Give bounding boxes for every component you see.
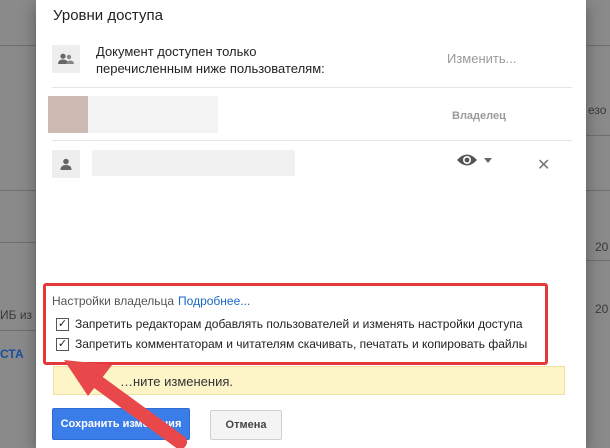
dialog-title: Уровни доступа: [53, 7, 163, 24]
background-divider: [0, 45, 36, 46]
background-divider: [586, 135, 610, 136]
background-right-strip: [586, 0, 610, 448]
background-text: ИБ из: [0, 308, 33, 322]
background-text: 20: [595, 302, 609, 316]
divider: [52, 87, 572, 88]
background-divider: [0, 242, 36, 243]
background-text: езо: [588, 103, 607, 117]
background-left-strip: [0, 0, 36, 448]
owner-avatar: [48, 96, 88, 133]
background-divider: [586, 190, 610, 191]
background-divider: [0, 190, 36, 191]
remove-user-icon[interactable]: ✕: [537, 155, 550, 175]
background-divider: [586, 260, 610, 261]
save-button[interactable]: Сохранить изменения: [52, 408, 190, 440]
user-name-blurred: [92, 150, 295, 176]
person-icon: [52, 150, 80, 178]
owner-name-blurred: [88, 96, 218, 133]
access-description: Документ доступен только перечисленным н…: [96, 44, 325, 76]
background-text: 20: [595, 240, 609, 254]
change-access-link[interactable]: Изменить...: [447, 51, 516, 66]
permission-dropdown[interactable]: [456, 153, 492, 167]
highlight-frame: [43, 283, 548, 365]
background-divider: [0, 330, 36, 331]
background-link[interactable]: СТА: [0, 347, 36, 361]
background-divider: [586, 45, 610, 46]
divider: [52, 140, 572, 141]
eye-icon: [457, 154, 477, 166]
unsaved-notice-text: …ните изменения.: [120, 374, 233, 389]
chevron-down-icon: [484, 157, 492, 163]
cancel-button[interactable]: Отмена: [210, 410, 282, 440]
group-icon: [52, 45, 80, 73]
owner-role-label: Владелец: [452, 110, 506, 122]
